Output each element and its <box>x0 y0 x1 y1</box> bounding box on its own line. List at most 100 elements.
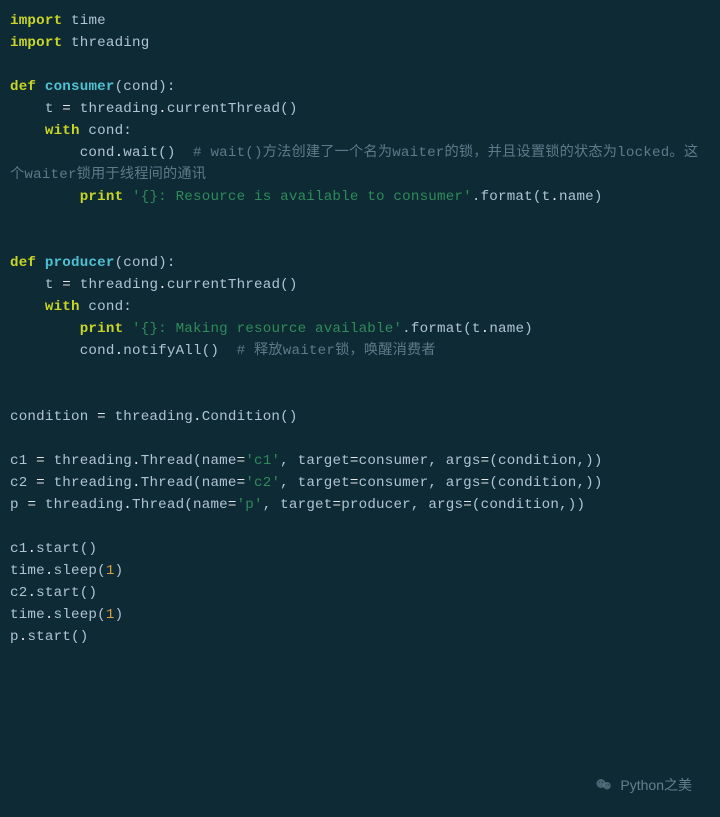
code-text: Thread(name <box>141 475 237 491</box>
code-text: , target <box>280 475 350 491</box>
code-text: Thread(name <box>141 453 237 469</box>
number-literal: 1 <box>106 607 115 623</box>
code-text: = <box>62 277 71 293</box>
code-text: ) <box>115 607 124 623</box>
code-text: name) <box>489 321 533 337</box>
keyword-print: print <box>80 189 124 205</box>
code-text: . <box>123 497 132 513</box>
wechat-icon <box>594 776 614 794</box>
code-text: start() <box>27 629 88 645</box>
code-text: (cond): <box>115 255 176 271</box>
code-text: sleep( <box>54 607 106 623</box>
code-text: = <box>350 453 359 469</box>
code-text: Thread(name <box>132 497 228 513</box>
code-text: Condition() <box>202 409 298 425</box>
watermark: Python之美 <box>594 775 692 795</box>
keyword-def: def <box>10 79 36 95</box>
func-consumer: consumer <box>45 79 115 95</box>
string-literal: '{}: Making resource available' <box>132 321 402 337</box>
code-text: . <box>481 321 490 337</box>
code-text: . <box>550 189 559 205</box>
code-text: t <box>10 277 62 293</box>
code-text: = <box>237 475 246 491</box>
comment: # 释放waiter锁，唤醒消费者 <box>237 343 436 359</box>
code-text: cond <box>10 145 115 161</box>
keyword-def: def <box>10 255 36 271</box>
watermark-text: Python之美 <box>620 775 692 795</box>
code-text: cond: <box>80 299 132 315</box>
keyword-import: import <box>10 13 62 29</box>
module-name: threading <box>71 35 149 51</box>
code-text: = <box>62 101 71 117</box>
code-text: c2 <box>10 585 27 601</box>
code-text: threading <box>106 409 193 425</box>
code-text: threading <box>71 277 158 293</box>
code-text: . <box>193 409 202 425</box>
code-text: sleep( <box>54 563 106 579</box>
code-text: threading <box>36 497 123 513</box>
code-text: ) <box>115 563 124 579</box>
string-literal: 'c2' <box>245 475 280 491</box>
code-text: . <box>158 101 167 117</box>
code-text: c1 <box>10 541 27 557</box>
code-text: time <box>10 607 45 623</box>
code-text: time <box>10 563 45 579</box>
code-text: currentThread() <box>167 101 298 117</box>
code-text: . <box>115 343 124 359</box>
code-text: p <box>10 497 27 513</box>
string-literal: 'c1' <box>245 453 280 469</box>
code-text: = <box>332 497 341 513</box>
code-text <box>123 321 132 337</box>
code-text: p <box>10 629 19 645</box>
code-text: = <box>36 475 45 491</box>
code-text: wait() <box>123 145 193 161</box>
code-text: . <box>115 145 124 161</box>
code-text: t <box>10 101 62 117</box>
code-text: . <box>132 475 141 491</box>
code-text: . <box>132 453 141 469</box>
code-text: (condition,)) <box>489 453 602 469</box>
code-text: c1 <box>10 453 36 469</box>
code-text: threading <box>45 453 132 469</box>
keyword-with: with <box>45 123 80 139</box>
code-text: name) <box>559 189 603 205</box>
code-text <box>10 123 45 139</box>
code-text: consumer, args <box>359 475 481 491</box>
code-text: notifyAll() <box>123 343 236 359</box>
code-text: (condition,)) <box>472 497 585 513</box>
code-text: threading <box>45 475 132 491</box>
code-text: cond: <box>80 123 132 139</box>
code-text <box>10 321 80 337</box>
code-text: = <box>350 475 359 491</box>
code-text: .format(t <box>472 189 550 205</box>
code-text: condition <box>10 409 97 425</box>
code-text: = <box>97 409 106 425</box>
code-text: . <box>27 541 36 557</box>
code-text: = <box>36 453 45 469</box>
code-text: = <box>27 497 36 513</box>
code-text: (condition,)) <box>489 475 602 491</box>
code-text: threading <box>71 101 158 117</box>
code-text: producer, args <box>341 497 463 513</box>
code-text: = <box>228 497 237 513</box>
keyword-with: with <box>45 299 80 315</box>
code-text: start() <box>36 541 97 557</box>
code-text: . <box>27 585 36 601</box>
code-text <box>123 189 132 205</box>
code-text: c2 <box>10 475 36 491</box>
func-producer: producer <box>45 255 115 271</box>
code-text <box>10 299 45 315</box>
code-text: , target <box>263 497 333 513</box>
code-text: currentThread() <box>167 277 298 293</box>
code-text: . <box>158 277 167 293</box>
string-literal: '{}: Resource is available to consumer' <box>132 189 472 205</box>
code-text: . <box>45 563 54 579</box>
code-text: = <box>237 453 246 469</box>
code-text <box>10 189 80 205</box>
module-name: time <box>71 13 106 29</box>
code-text: . <box>45 607 54 623</box>
keyword-import: import <box>10 35 62 51</box>
code-text: (cond): <box>115 79 176 95</box>
code-text: cond <box>10 343 115 359</box>
code-text: , target <box>280 453 350 469</box>
